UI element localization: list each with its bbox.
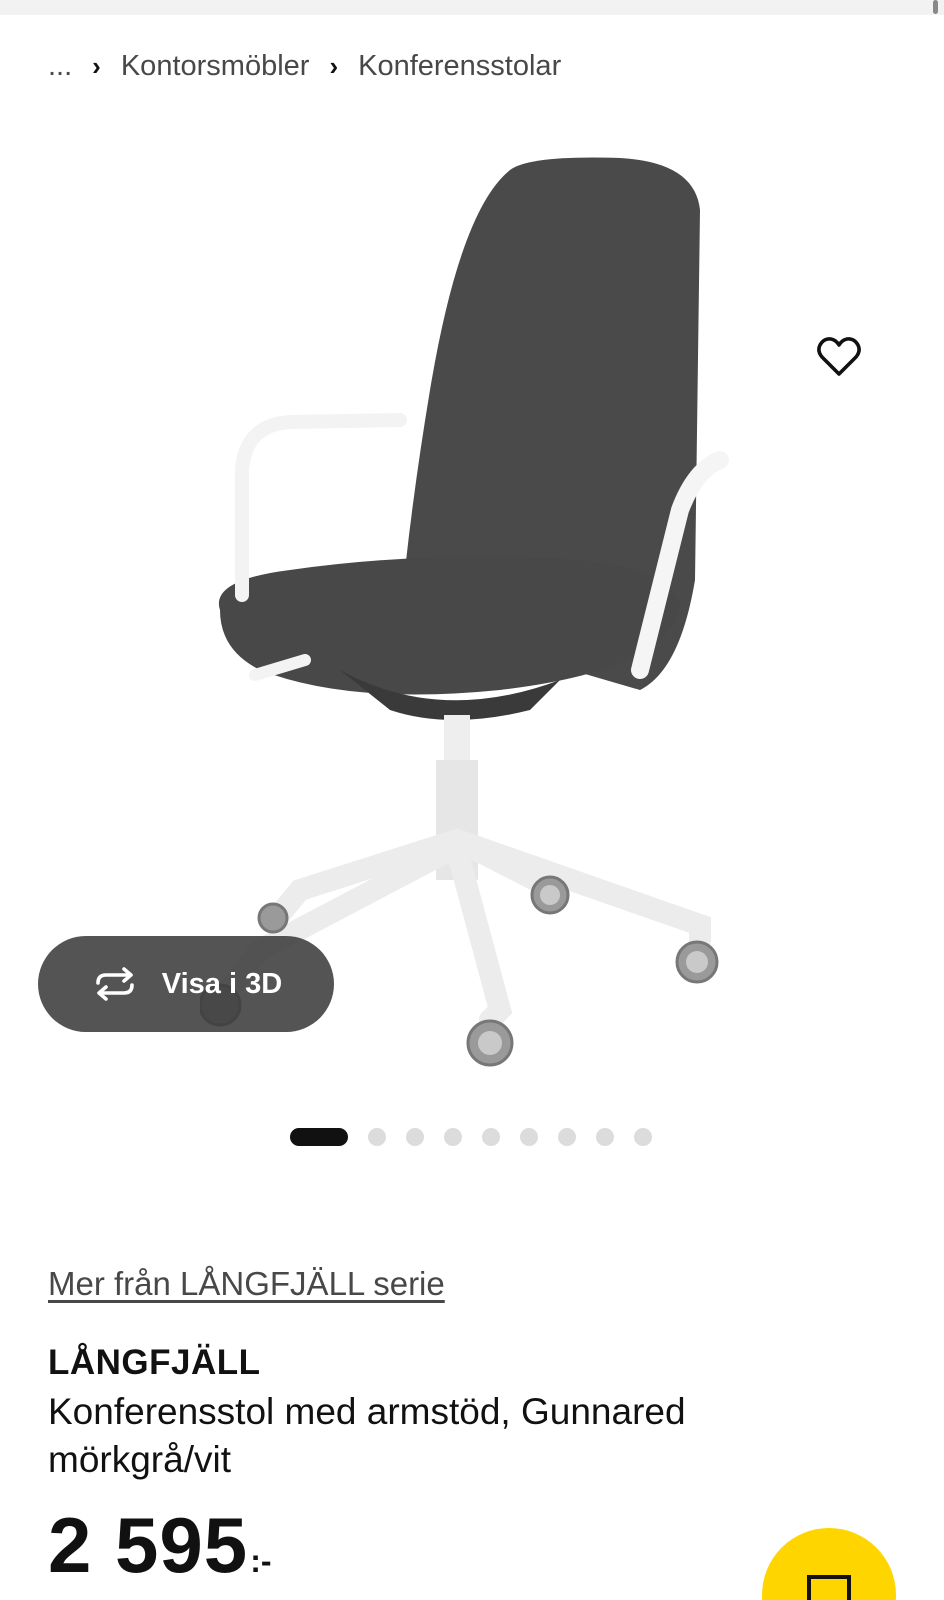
breadcrumb-item-kontorsmobler[interactable]: Kontorsmöbler [121,50,310,83]
wishlist-button[interactable] [814,332,864,382]
series-link[interactable]: Mer från LÅNGFJÄLL serie [48,1265,445,1303]
rotate-3d-icon [90,967,140,1001]
carousel-dot[interactable] [406,1128,424,1146]
carousel-dot[interactable] [634,1128,652,1146]
carousel-indicators [290,1127,652,1147]
shopping-bag-icon [807,1575,851,1600]
breadcrumb-item-konferensstolar[interactable]: Konferensstolar [358,50,561,83]
carousel-dot[interactable] [520,1128,538,1146]
carousel-dot[interactable] [444,1128,462,1146]
product-description: Konferensstol med armstöd, Gunnared mörk… [48,1391,686,1480]
price-value: 2 595 [48,1501,249,1589]
carousel-dot[interactable] [368,1128,386,1146]
add-to-cart-button[interactable] [762,1528,896,1600]
carousel-dot[interactable] [290,1128,348,1146]
carousel-dot[interactable] [596,1128,614,1146]
breadcrumb: ... › Kontorsmöbler › Konferensstolar [48,46,561,86]
carousel-dot[interactable] [482,1128,500,1146]
view-in-3d-button[interactable]: Visa i 3D [38,936,334,1032]
product-price: 2 595 :- [48,1500,272,1591]
breadcrumb-ellipsis[interactable]: ... [48,50,72,83]
view-in-3d-label: Visa i 3D [161,967,283,1000]
heart-icon [817,337,861,376]
chevron-right-icon: › [92,50,101,81]
product-page: ... › Kontorsmöbler › Konferensstolar Vi… [0,0,944,1600]
product-name: LÅNGFJÄLL [48,1343,261,1382]
top-bar [0,0,944,15]
product-gallery[interactable]: Visa i 3D [0,120,944,1100]
carousel-dot[interactable] [558,1128,576,1146]
chevron-right-icon: › [329,50,339,81]
scrollbar[interactable] [933,0,938,14]
price-suffix: :- [250,1543,272,1579]
